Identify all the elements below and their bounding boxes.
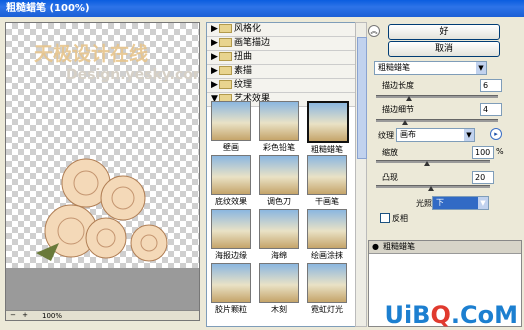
filter-underpainting[interactable]: 底纹效果 (211, 155, 251, 207)
filter-fresco[interactable]: 壁画 (211, 101, 251, 153)
scaling-slider[interactable] (376, 160, 490, 163)
category-sketch[interactable]: ▶ 素描 (207, 65, 355, 79)
scaling-unit: % (496, 147, 504, 156)
category-stylize[interactable]: ▶ 风格化 (207, 23, 355, 37)
slider-knob[interactable] (406, 96, 412, 101)
filter-colored-pencil[interactable]: 彩色铅笔 (259, 101, 299, 153)
folder-icon (219, 38, 232, 47)
filter-poster-edges[interactable]: 海报边缘 (211, 209, 251, 261)
stroke-length-slider[interactable] (376, 95, 498, 98)
invert-label: 反相 (392, 214, 408, 223)
folder-icon (219, 80, 232, 89)
stroke-detail-input[interactable]: 4 (480, 103, 502, 116)
slider-knob[interactable] (424, 161, 430, 166)
category-texture[interactable]: ▶ 纹理 (207, 79, 355, 93)
folder-icon (219, 66, 232, 75)
gallery-scrollbar[interactable] (355, 22, 367, 327)
title-bar: 粗糙蜡笔 (100%) (0, 0, 524, 17)
folder-icon (219, 52, 232, 61)
slider-knob[interactable] (428, 186, 434, 191)
site-logo: UiBQ.CoM (384, 301, 518, 329)
collapse-icon[interactable]: ︽ (368, 25, 380, 37)
slider-knob[interactable] (402, 120, 408, 125)
zoom-in-button[interactable]: + (20, 311, 30, 320)
chevron-down-icon: ▼ (478, 197, 488, 209)
roses-image (36, 158, 168, 262)
stroke-length-label: 描边长度 (382, 81, 414, 90)
filter-gallery: ▶ 风格化 ▶ 画笔描边 ▶ 扭曲 ▶ 素描 ▶ 纹理 ▼ 艺术效果 壁画 彩色铅笔 粗糙蜡… (206, 22, 356, 327)
ok-button[interactable]: 好 (388, 24, 500, 40)
filter-neon-glow[interactable]: 霓虹灯光 (307, 263, 347, 315)
window-title: 粗糙蜡笔 (100%) (6, 3, 90, 14)
preview-panel[interactable]: 天极设计在线 Design.yesky.com − + 100% (5, 22, 200, 321)
zoom-bar: − + 100% (6, 310, 199, 320)
chevron-down-icon: ▼ (464, 129, 474, 141)
texture-menu-icon[interactable]: ▸ (490, 128, 502, 140)
chevron-down-icon: ▼ (476, 62, 486, 74)
zoom-level[interactable]: 100% (42, 311, 62, 320)
filter-palette-knife[interactable]: 调色刀 (259, 155, 299, 207)
category-distort[interactable]: ▶ 扭曲 (207, 51, 355, 65)
filter-sponge[interactable]: 海绵 (259, 209, 299, 261)
invert-checkbox[interactable] (380, 213, 390, 223)
settings-panel: ︽ 好 取消 粗糙蜡笔 ▼ 描边长度 6 描边细节 4 纹理 画布 ▼ ▸ 缩放 1… (368, 22, 522, 327)
category-brush-strokes[interactable]: ▶ 画笔描边 (207, 37, 355, 51)
light-select[interactable]: 下 ▼ (432, 196, 489, 210)
filter-paint-daubs[interactable]: 绘画涂抹 (307, 209, 347, 261)
stroke-detail-slider[interactable] (376, 119, 498, 122)
relief-label: 凸现 (382, 173, 398, 182)
cancel-button[interactable]: 取消 (388, 41, 500, 57)
relief-input[interactable]: 20 (472, 171, 494, 184)
stroke-detail-label: 描边细节 (382, 105, 414, 114)
scaling-label: 缩放 (382, 148, 398, 157)
texture-label: 纹理 (378, 131, 394, 140)
zoom-out-button[interactable]: − (8, 311, 18, 320)
filter-select[interactable]: 粗糙蜡笔 ▼ (374, 61, 487, 75)
filter-film-grain[interactable]: 胶片颗粒 (211, 263, 251, 315)
eye-icon[interactable]: ● (372, 241, 379, 253)
watermark-en: Design.yesky.com (66, 67, 200, 83)
effect-layer-row[interactable]: ● 粗糙蜡笔 (369, 241, 521, 254)
scrollbar-thumb[interactable] (357, 37, 367, 159)
watermark-cn: 天极设计在线 (34, 43, 149, 65)
folder-icon (219, 24, 232, 33)
light-label: 光照 (416, 199, 432, 208)
filter-dry-brush[interactable]: 干画笔 (307, 155, 347, 207)
filter-rough-pastels[interactable]: 粗糙蜡笔 (307, 101, 349, 155)
scaling-input[interactable]: 100 (472, 146, 494, 159)
texture-select[interactable]: 画布 ▼ (396, 128, 475, 142)
stroke-length-input[interactable]: 6 (480, 79, 502, 92)
filter-cutout[interactable]: 木刻 (259, 263, 299, 315)
